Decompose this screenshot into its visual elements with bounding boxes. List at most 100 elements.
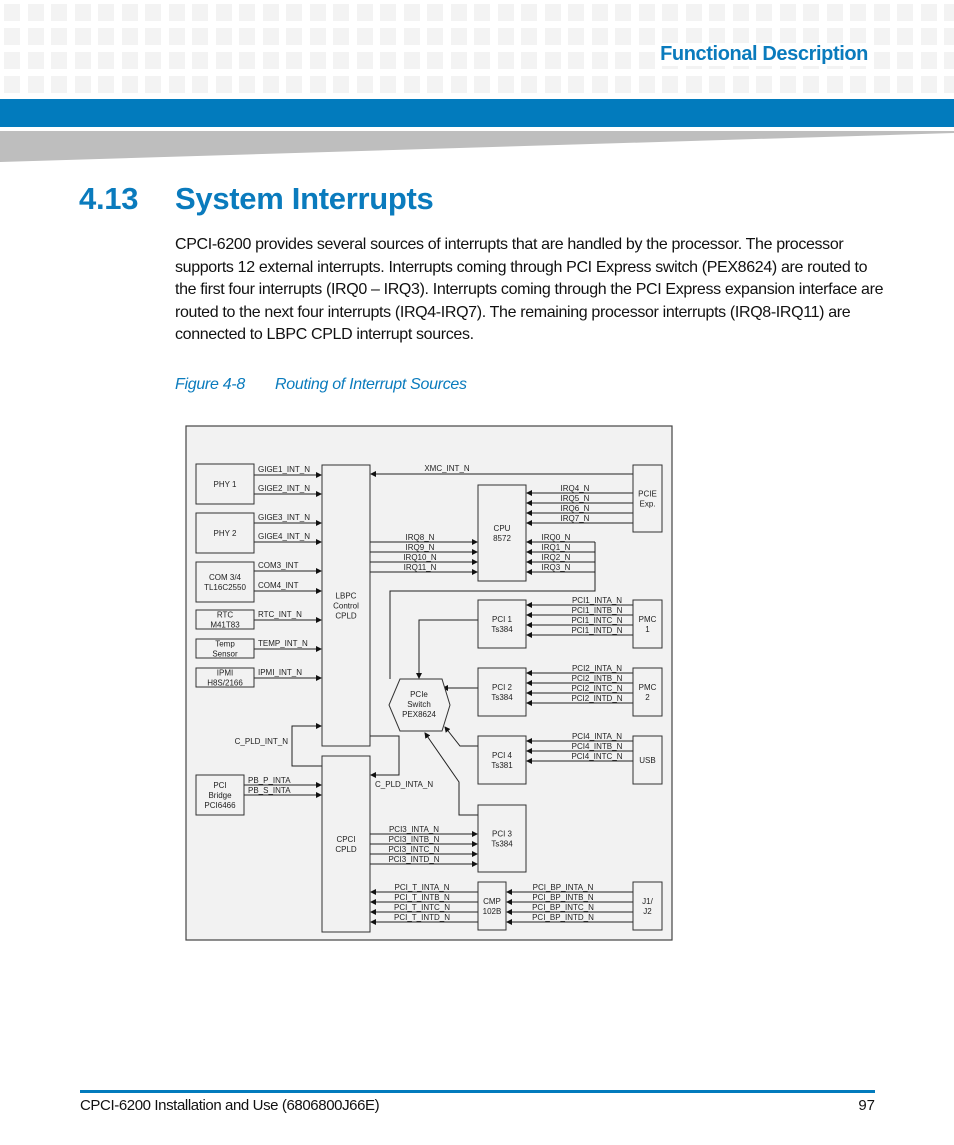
section-title: 4.13 System Interrupts xyxy=(79,181,434,217)
cpu-label: 8572 xyxy=(493,534,511,543)
pci3-signal-label: PCI3_INTD_N xyxy=(388,855,439,864)
interrupt-signal-label: GIGE1_INT_N xyxy=(258,465,310,474)
section-label: Functional Description xyxy=(656,43,872,66)
com-label: TL16C2550 xyxy=(204,583,246,592)
header-pattern-cell xyxy=(27,4,44,21)
cpci-cpld-label: CPLD xyxy=(335,845,357,854)
usb-label: USB xyxy=(639,756,655,765)
header-pattern-cell xyxy=(239,4,255,21)
pmc2-label: 2 xyxy=(645,693,650,702)
header-pattern-cell xyxy=(662,4,678,21)
header-pattern-cell xyxy=(215,28,232,45)
pcie-switch-label: PEX8624 xyxy=(402,710,436,719)
header-pattern-cell xyxy=(427,52,443,69)
header-pattern-cell xyxy=(168,28,185,45)
pb-signal-label: PB_S_INTA xyxy=(248,786,291,795)
pci-t-signal-label: PCI_T_INTC_N xyxy=(394,903,450,912)
header-pattern-cell xyxy=(873,4,890,21)
interrupt-signal-label: IPMI_INT_N xyxy=(258,668,302,677)
header-pattern-cell xyxy=(98,4,114,21)
header-pattern-cell xyxy=(145,4,161,21)
header-pattern-cell xyxy=(192,52,208,69)
header-pattern-cell xyxy=(333,76,349,93)
header-pattern-cell xyxy=(262,52,279,69)
header-pattern-cell xyxy=(497,4,514,21)
header-pattern-cell xyxy=(4,28,20,45)
pci-bridge-label: Bridge xyxy=(208,791,232,800)
header-pattern-cell xyxy=(450,4,467,21)
pci-t-signal-label: PCI_T_INTA_N xyxy=(395,883,450,892)
header-pattern-cell xyxy=(450,76,467,93)
header-pattern-cell xyxy=(262,76,279,93)
ipmi-label: H8S/2166 xyxy=(207,679,243,688)
header-pattern-cell xyxy=(74,4,91,21)
footer-rule xyxy=(80,1090,875,1093)
header-pattern-cell xyxy=(333,4,349,21)
pci-bp-signal-label: PCI_BP_INTB_N xyxy=(532,893,594,902)
header-pattern-cell xyxy=(192,4,208,21)
pci-signal-label: PCI4_INTB_N xyxy=(572,742,623,751)
pcie-exp-block xyxy=(632,464,663,533)
header-pattern-cell xyxy=(309,4,326,21)
pci-signal-label: PCI2_INTC_N xyxy=(571,684,622,693)
header-pattern-cell xyxy=(403,76,420,93)
pmc2-block xyxy=(632,667,663,717)
body-paragraph: CPCI-6200 provides several sources of in… xyxy=(175,236,884,344)
header-pattern-cell xyxy=(521,28,537,45)
header-pattern-cell xyxy=(709,4,725,21)
pmc2-label: PMC xyxy=(639,683,657,692)
pci2-label: PCI 2 xyxy=(492,683,513,692)
header-pattern-cell xyxy=(121,52,138,69)
header-pattern-cell xyxy=(920,52,937,69)
header-pattern-cell xyxy=(333,28,349,45)
header-pattern-cell xyxy=(615,52,631,69)
header-pattern-cell xyxy=(568,28,584,45)
header-pattern-cell xyxy=(638,4,655,21)
xmc-signal-label: XMC_INT_N xyxy=(424,464,470,473)
pci-bp-signal-label: PCI_BP_INTA_N xyxy=(533,883,594,892)
irq-signal-label: IRQ6_N xyxy=(561,504,590,513)
pci-signal-label: PCI1_INTB_N xyxy=(572,606,623,615)
header-pattern-cell xyxy=(145,52,161,69)
com-label: COM 3/4 xyxy=(209,573,242,582)
header-pattern-cell xyxy=(662,76,678,93)
header-pattern-cell xyxy=(497,28,514,45)
header-pattern-cell xyxy=(98,28,114,45)
header-pattern-cell xyxy=(380,52,396,69)
header-pattern-cell xyxy=(403,52,420,69)
j1j2-block xyxy=(632,881,663,931)
header-pattern-cell xyxy=(474,52,490,69)
header-pattern-cell xyxy=(356,28,373,45)
irq-signal-label: IRQ10_N xyxy=(403,553,437,562)
header-pattern-cell xyxy=(920,4,937,21)
header-pattern-cell xyxy=(168,52,185,69)
pci-signal-label: PCI2_INTB_N xyxy=(572,674,623,683)
pci-signal-label: PCI2_INTA_N xyxy=(572,664,622,673)
header-pattern-cell xyxy=(615,76,631,93)
header-pattern-cell xyxy=(638,28,655,45)
page-number: 97 xyxy=(858,1097,875,1114)
header-pattern-cell xyxy=(568,52,584,69)
header-pattern-cell xyxy=(27,28,44,45)
header-pattern-cell xyxy=(27,76,44,93)
header-pattern-cell xyxy=(286,4,302,21)
header-pattern-cell xyxy=(897,28,913,45)
pcie-exp-label: Exp. xyxy=(639,500,655,509)
header-pattern-cell xyxy=(121,28,138,45)
header-pattern-cell xyxy=(920,28,937,45)
header-pattern-cell xyxy=(145,76,161,93)
header-pattern-cell xyxy=(74,76,91,93)
pci3-signal-label: PCI3_INTA_N xyxy=(389,825,439,834)
rtc-label: RTC xyxy=(217,611,234,620)
header-pattern-cell xyxy=(51,52,67,69)
pci-signal-label: PCI1_INTD_N xyxy=(571,626,622,635)
irq-signal-label: IRQ11_N xyxy=(404,563,437,572)
j1j2-label: J2 xyxy=(643,907,652,916)
header-pattern-cell xyxy=(450,52,467,69)
header-pattern-cell xyxy=(521,52,537,69)
header-pattern-cell xyxy=(121,4,138,21)
header-pattern-cell xyxy=(356,76,373,93)
cmp-block xyxy=(477,881,507,931)
header-pattern-cell xyxy=(427,28,443,45)
header-pattern-cell xyxy=(850,4,866,21)
